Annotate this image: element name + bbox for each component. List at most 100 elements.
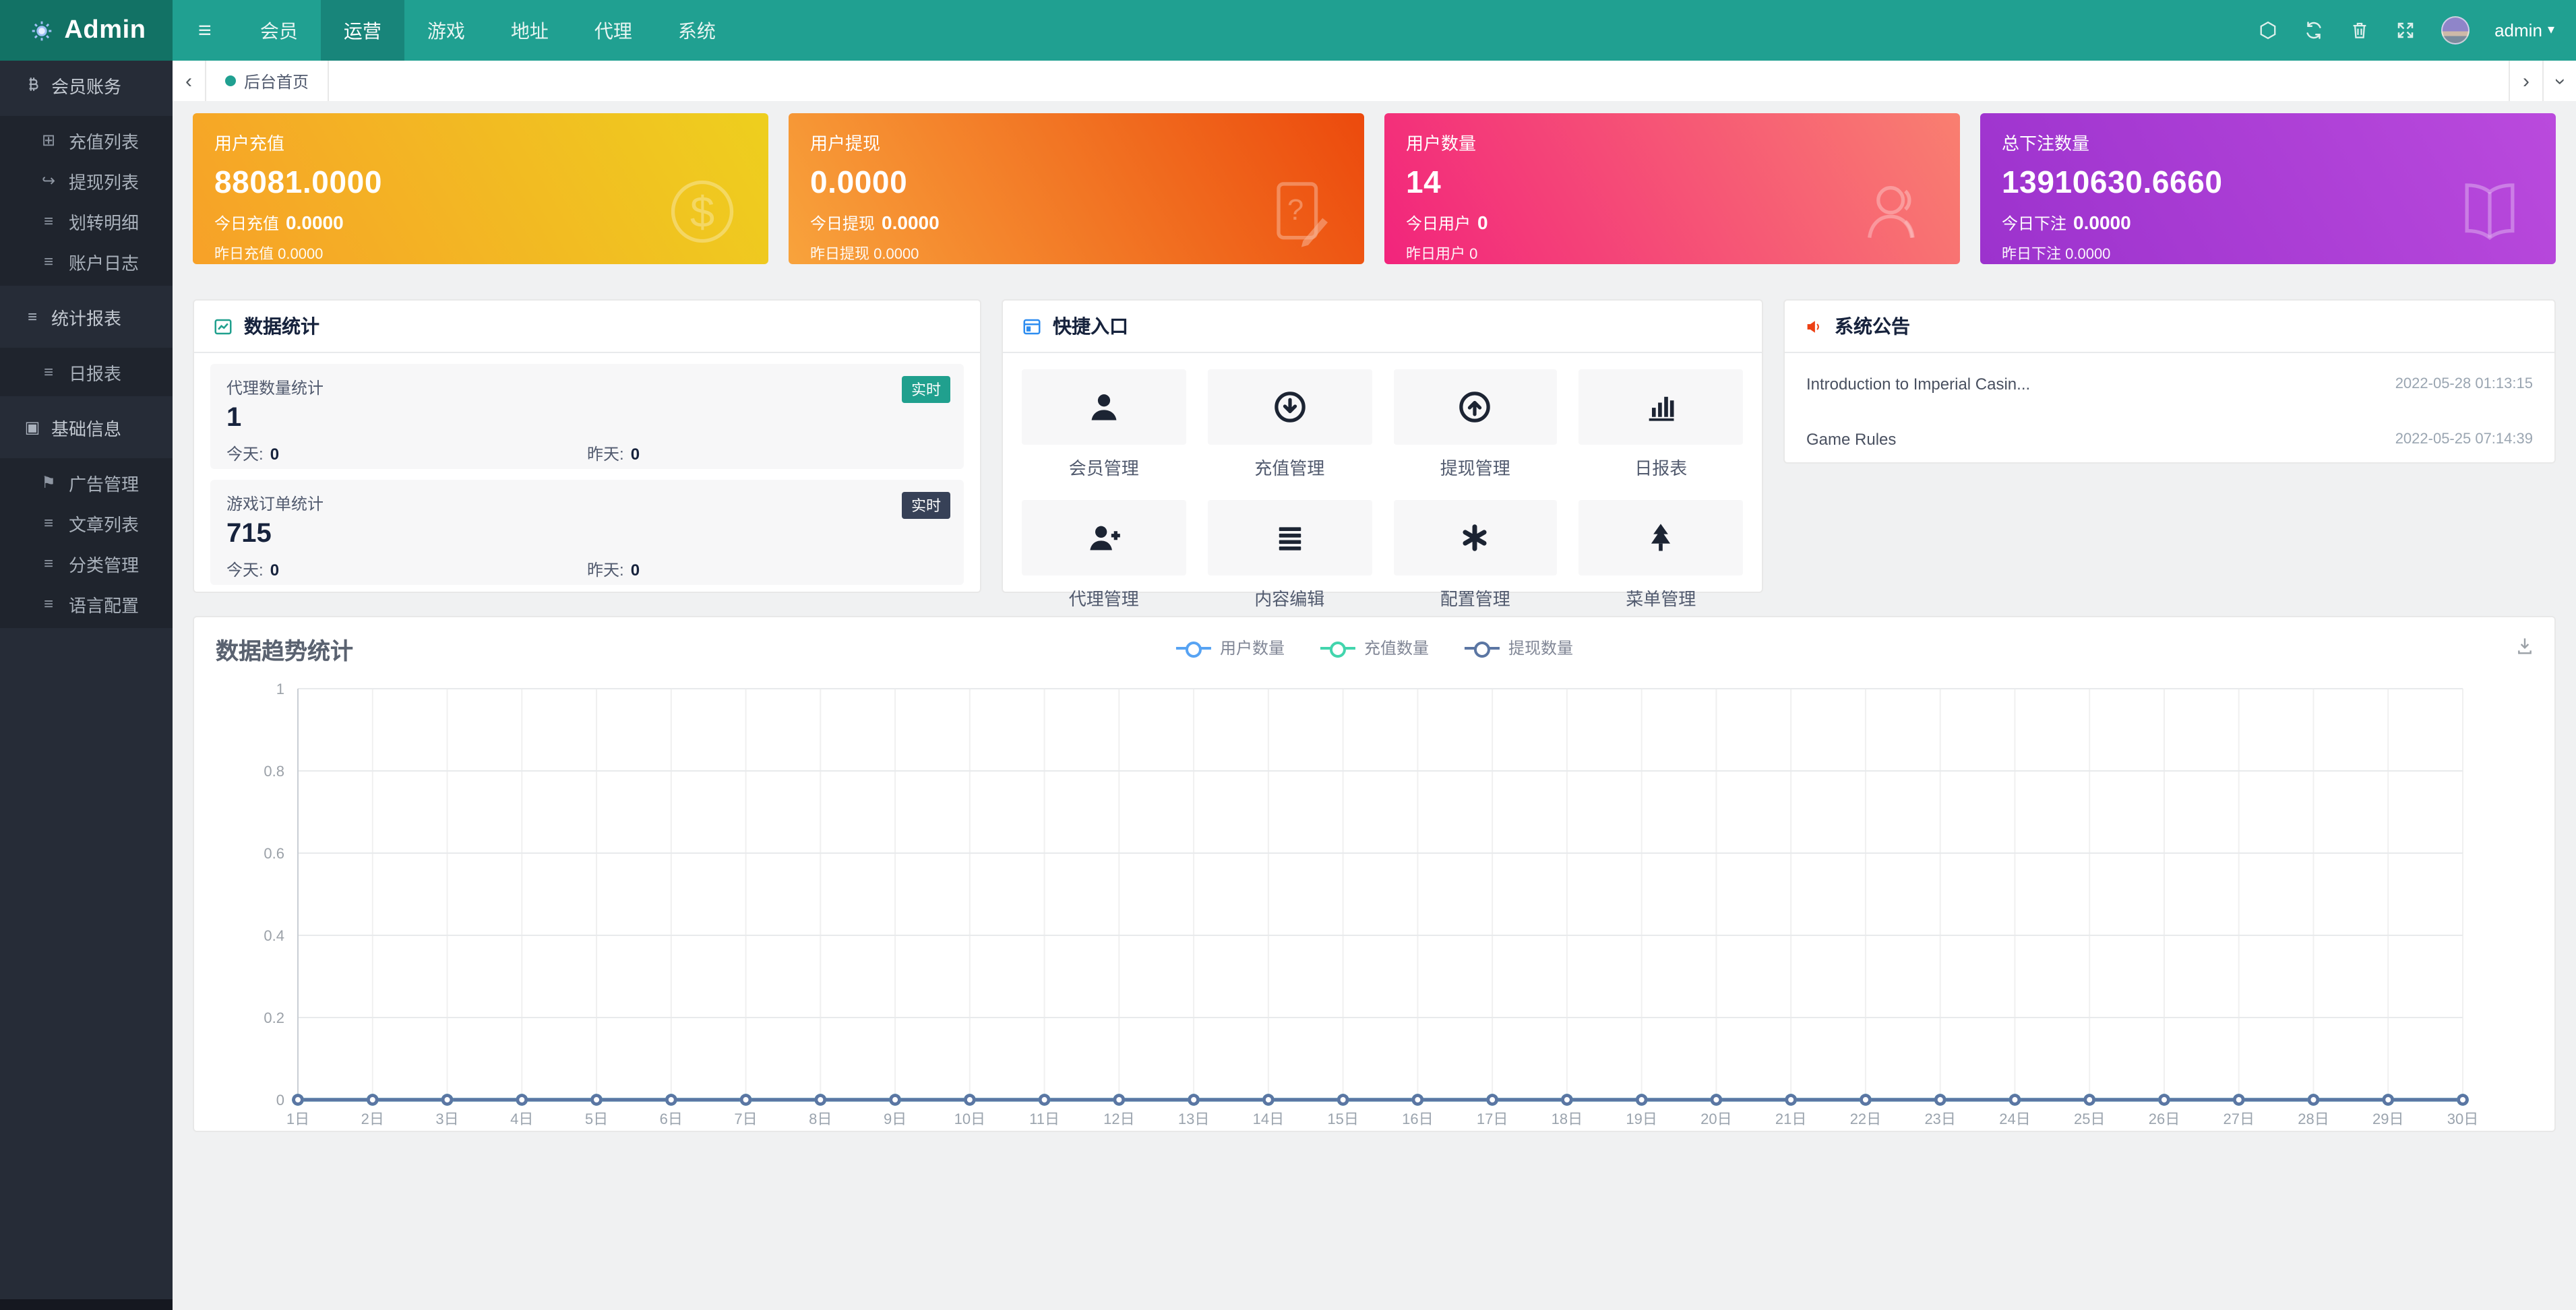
svg-text:24日: 24日 [1999, 1111, 2030, 1127]
menu-collapse-icon[interactable]: ≡ [173, 0, 237, 61]
list-icon: ≡ [39, 253, 58, 270]
sidebar-item-transfer-detail[interactable]: ≡划转明细 [0, 201, 173, 241]
refresh-icon[interactable] [2303, 20, 2323, 40]
list-icon: ≡ [39, 555, 58, 571]
today-value: 0 [270, 445, 279, 464]
sidebar-item-statistics-report[interactable]: ≡ 统计报表 [0, 297, 173, 337]
tile-label: 菜单管理 [1579, 585, 1744, 611]
sidebar-children: ⚑广告管理 ≡文章列表 ≡分类管理 ≡语言配置 [0, 458, 173, 628]
svg-text:5日: 5日 [585, 1111, 608, 1127]
quick-entry-agent-management[interactable]: 代理管理 [1022, 500, 1186, 611]
sidebar-item-label: 充值列表 [69, 127, 139, 153]
quick-entry-member-management[interactable]: 会员管理 [1022, 369, 1186, 480]
bitcoin-icon [23, 75, 42, 95]
quick-entry-content-edit[interactable]: 内容编辑 [1208, 500, 1372, 611]
svg-text:3日: 3日 [435, 1111, 458, 1127]
chart-legend: 用户数量 充值数量 提现数量 [1175, 636, 1573, 659]
book-icon [2451, 173, 2529, 251]
subcard-title: 代理数量统计 [226, 376, 948, 399]
sidebar-item-recharge-list[interactable]: ⊞充值列表 [0, 120, 173, 160]
svg-text:8日: 8日 [809, 1111, 832, 1127]
svg-text:13日: 13日 [1178, 1111, 1209, 1127]
legend-item-recharge-count[interactable]: 充值数量 [1320, 636, 1429, 659]
circle-arrow-up-icon [1458, 389, 1493, 425]
sidebar-item-category-management[interactable]: ≡分类管理 [0, 543, 173, 584]
quick-entry-menu-management[interactable]: 菜单管理 [1579, 500, 1744, 611]
yesterday-value: 0 [631, 561, 640, 580]
nav-item-member[interactable]: 会员 [237, 0, 321, 61]
fullscreen-icon[interactable] [2395, 20, 2415, 40]
sidebar-item-article-list[interactable]: ≡文章列表 [0, 503, 173, 543]
legend-item-withdraw-count[interactable]: 提现数量 [1464, 636, 1573, 659]
download-icon[interactable] [2514, 635, 2536, 656]
list-icon: ≡ [39, 515, 58, 531]
stat-today-label: 今日提现 [810, 214, 875, 233]
sidebar-item-ad-management[interactable]: ⚑广告管理 [0, 462, 173, 503]
legend-label: 充值数量 [1364, 636, 1429, 659]
svg-text:1日: 1日 [286, 1111, 309, 1127]
today-label: 今天: [226, 445, 264, 464]
sidebar-item-account-log[interactable]: ≡账户日志 [0, 241, 173, 282]
quick-entry-withdraw-management[interactable]: 提现管理 [1393, 369, 1558, 480]
svg-text:19日: 19日 [1626, 1111, 1657, 1127]
nav-item-operation[interactable]: 运营 [321, 0, 404, 61]
admin-dashboard: Admin ≡ 会员 运营 游戏 地址 代理 系统 [0, 0, 2576, 1310]
user-menu[interactable]: admin ▾ [2494, 20, 2554, 40]
yesterday-label: 昨天: [587, 445, 624, 464]
asterisk-icon [1458, 520, 1493, 555]
sidebar-item-daily-report[interactable]: ≡日报表 [0, 352, 173, 392]
svg-text:0.4: 0.4 [264, 927, 284, 944]
quick-entry-config-management[interactable]: 配置管理 [1393, 500, 1558, 611]
sidebar-section-member-accounts: 会员账务 ⊞充值列表 ↪提现列表 ≡划转明细 ≡账户日志 [0, 65, 173, 286]
data-statistics-header: 数据统计 [194, 301, 980, 353]
stat-card-user-recharge: 用户充值 88081.0000 今日充值0.0000 昨日充值 0.0000 $ [193, 113, 768, 264]
chevron-right-icon: › [2523, 69, 2529, 92]
stat-today-value: 0.0000 [286, 212, 344, 233]
announcement-row[interactable]: Game Rules 2022-05-25 07:14:39 [1806, 411, 2533, 466]
user-avatar[interactable] [2441, 16, 2469, 44]
megaphone-icon [1804, 316, 1824, 336]
quick-entry-recharge-management[interactable]: 充值管理 [1208, 369, 1372, 480]
game-order-stat-card: 游戏订单统计 实时 715 今天:0 昨天:0 [210, 480, 964, 585]
nav-item-game[interactable]: 游戏 [404, 0, 488, 61]
sidebar-item-member-accounts[interactable]: 会员账务 [0, 65, 173, 105]
gear-logo-icon [26, 15, 56, 45]
legend-item-user-count[interactable]: 用户数量 [1175, 636, 1285, 659]
sidebar-item-basic-info[interactable]: ▣ 基础信息 [0, 407, 173, 447]
tile-label: 内容编辑 [1208, 585, 1372, 611]
quick-entry-daily-report[interactable]: 日报表 [1579, 369, 1744, 480]
tab-label: 后台首页 [244, 69, 309, 92]
tabs-menu-button[interactable]: › [2542, 61, 2576, 101]
nav-item-address[interactable]: 地址 [488, 0, 572, 61]
panel-title: 系统公告 [1835, 313, 1910, 340]
svg-text:27日: 27日 [2223, 1111, 2254, 1127]
svg-text:28日: 28日 [2298, 1111, 2329, 1127]
tabs-scroll-right-button[interactable]: › [2509, 61, 2542, 101]
nav-item-system[interactable]: 系统 [655, 0, 739, 61]
svg-text:25日: 25日 [2074, 1111, 2105, 1127]
tabs-scroll-left-button[interactable]: ‹ [173, 61, 206, 101]
brand-logo[interactable]: Admin [0, 0, 173, 61]
legend-marker-icon [1464, 641, 1499, 654]
sidebar-section-statistics-report: ≡ 统计报表 ≡日报表 [0, 297, 173, 396]
announcement-row[interactable]: Introduction to Imperial Casin... 2022-0… [1806, 356, 2533, 411]
announcement-text: Introduction to Imperial Casin... [1806, 374, 2030, 393]
users-icon [1855, 173, 1933, 251]
nav-item-agent[interactable]: 代理 [572, 0, 655, 61]
sidebar-item-withdraw-list[interactable]: ↪提现列表 [0, 160, 173, 201]
sidebar-children: ≡日报表 [0, 348, 173, 396]
svg-text:0.6: 0.6 [264, 845, 284, 862]
stat-today-label: 今日下注 [2002, 214, 2066, 233]
subcard-title: 游戏订单统计 [226, 492, 948, 515]
svg-text:11日: 11日 [1029, 1111, 1060, 1127]
hexagon-icon[interactable] [2257, 20, 2277, 40]
sidebar-item-label: 会员账务 [51, 72, 121, 98]
tab-dashboard-home[interactable]: 后台首页 [206, 61, 329, 101]
today-label: 今天: [226, 561, 264, 580]
system-announcement-panel: 系统公告 Introduction to Imperial Casin... 2… [1783, 299, 2556, 464]
tree-icon [1643, 520, 1678, 555]
legend-label: 用户数量 [1220, 636, 1285, 659]
trash-icon[interactable] [2349, 20, 2369, 40]
svg-text:?: ? [1287, 194, 1304, 226]
sidebar-item-language-config[interactable]: ≡语言配置 [0, 584, 173, 624]
